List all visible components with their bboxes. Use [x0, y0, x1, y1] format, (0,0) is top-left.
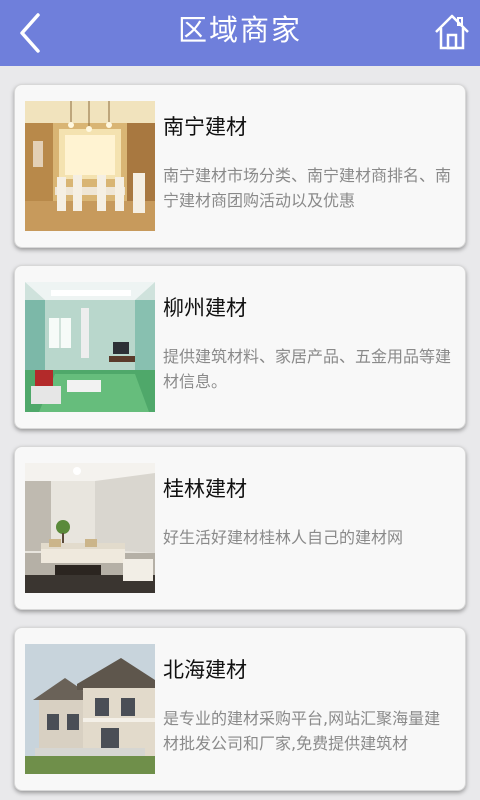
living-room-photo	[25, 282, 155, 412]
merchant-description: 是专业的建材采购平台,网站汇聚海量建材批发公司和厂家,免费提供建筑材	[163, 709, 441, 753]
merchant-name: 桂林建材	[163, 477, 247, 501]
merchant-description: 好生活好建材桂林人自己的建材网	[163, 528, 404, 547]
merchant-description: 提供建筑材料、家居产品、五金用品等建材信息。	[163, 347, 452, 391]
merchant-card-beihai[interactable]: 北海建材 是专业的建材采购平台,网站汇聚海量建材批发公司和厂家,免费提供建筑材	[14, 627, 466, 791]
lounge-photo	[25, 463, 155, 593]
top-bar: 区域商家	[0, 0, 480, 66]
merchant-description: 南宁建材市场分类、南宁建材商排名、南宁建材商团购活动以及优惠	[163, 166, 452, 210]
merchant-name: 北海建材	[163, 658, 247, 682]
merchant-card-liuzhou[interactable]: 柳州建材 提供建筑材料、家居产品、五金用品等建材信息。	[14, 265, 466, 429]
dining-room-photo	[25, 101, 155, 231]
merchant-card-guilin[interactable]: 桂林建材 好生活好建材桂林人自己的建材网	[14, 446, 466, 610]
home-icon[interactable]	[432, 10, 472, 54]
merchant-card-nanning[interactable]: 南宁建材 南宁建材市场分类、南宁建材商排名、南宁建材商团购活动以及优惠	[14, 84, 466, 248]
house-exterior-photo	[25, 644, 155, 774]
page-title: 区域商家	[177, 13, 302, 47]
merchant-name: 柳州建材	[163, 296, 247, 320]
merchant-name: 南宁建材	[163, 115, 247, 139]
